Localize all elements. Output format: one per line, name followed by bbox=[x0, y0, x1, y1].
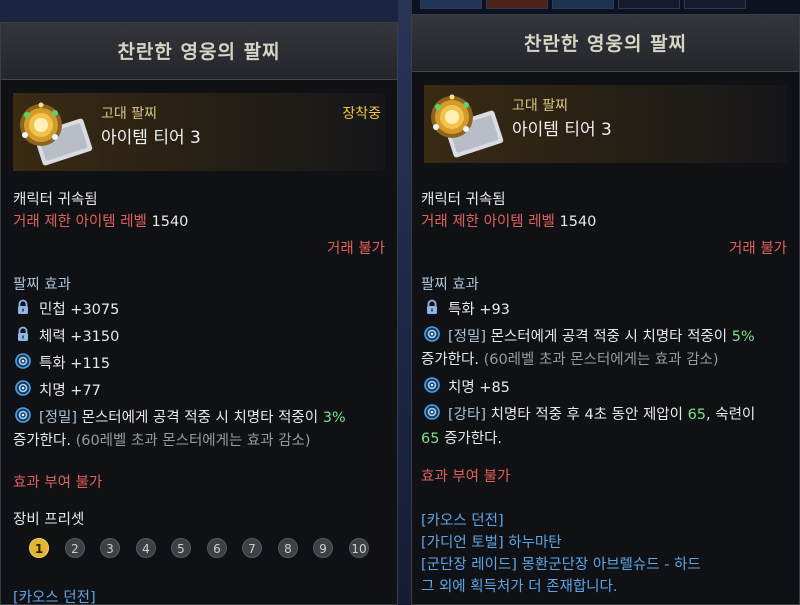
lock-icon bbox=[15, 326, 31, 342]
preset-8[interactable]: 8 bbox=[278, 538, 298, 558]
item-level: 거래 제한 아이템 레벨 1540 bbox=[421, 210, 596, 231]
slot[interactable] bbox=[552, 0, 614, 9]
effect-line: 특화 +115 bbox=[39, 356, 111, 372]
preset-10[interactable]: 10 bbox=[349, 538, 369, 558]
gem-icon bbox=[424, 377, 440, 393]
item-level: 거래 제한 아이템 레벨 1540 bbox=[13, 210, 188, 231]
effect-note: (60레벨 초과 몬스터에게는 효과 감소) bbox=[483, 352, 719, 368]
slot[interactable] bbox=[486, 0, 548, 9]
trade-status: 거래 불가 bbox=[327, 241, 385, 257]
gem-icon bbox=[424, 326, 440, 342]
item-level-value: 1540 bbox=[559, 214, 597, 230]
lock-icon bbox=[424, 299, 440, 315]
tooltip-panel-compare: 찬란한 영웅의 팔찌 고대 팔찌 아이템 티어 3 캐릭터 귀속됨 거래 제한 … bbox=[411, 14, 800, 605]
tooltip-header: 찬란한 영웅의 팔찌 bbox=[1, 23, 397, 80]
effect-line: 치명 +77 bbox=[39, 383, 101, 399]
effect-prefix: [정밀] bbox=[39, 410, 77, 426]
effect-line-cont: 증가한다. (60레벨 초과 몬스터에게는 효과 감소) bbox=[421, 348, 719, 369]
effects-header: 팔찌 효과 bbox=[421, 277, 479, 293]
item-category: 고대 팔찌 bbox=[101, 106, 157, 122]
background-strip bbox=[398, 0, 412, 605]
preset-1[interactable]: 1 bbox=[29, 538, 49, 558]
slot[interactable] bbox=[684, 0, 746, 9]
preset-label: 장비 프리셋 bbox=[13, 512, 85, 528]
item-tier: 아이템 티어 3 bbox=[101, 128, 201, 148]
bracelet-icon bbox=[15, 97, 93, 167]
gem-icon bbox=[15, 380, 31, 396]
effect-line: [강타] 치명타 적중 후 4초 동안 제압이 65, 숙련이 bbox=[448, 403, 755, 424]
effect-line: 민첩 +3075 bbox=[39, 302, 120, 318]
bracelet-icon bbox=[426, 89, 504, 159]
effect-text-mid: , 숙련이 bbox=[706, 407, 756, 423]
gem-icon bbox=[15, 353, 31, 369]
source-line: [군단장 레이드] 몽환군단장 아브렐슈드 - 하드 bbox=[421, 557, 701, 573]
item-title: 찬란한 영웅의 팔찌 bbox=[117, 41, 281, 63]
effect-line: 특화 +93 bbox=[448, 302, 510, 318]
preset-9[interactable]: 9 bbox=[313, 538, 333, 558]
item-category: 고대 팔찌 bbox=[512, 98, 568, 114]
effect-cont: 증가한다. bbox=[13, 433, 71, 449]
effect-value: 5% bbox=[731, 329, 755, 345]
bound-text: 캐릭터 귀속됨 bbox=[13, 192, 98, 208]
item-title: 찬란한 영웅의 팔찌 bbox=[523, 33, 688, 55]
preset-5[interactable]: 5 bbox=[171, 538, 191, 558]
effect-value: 65 bbox=[421, 431, 440, 447]
effect-text: 몬스터에게 공격 적중 시 치명타 적중이 bbox=[81, 410, 319, 426]
slot[interactable] bbox=[420, 0, 482, 9]
bound-text: 캐릭터 귀속됨 bbox=[421, 192, 506, 208]
preset-4[interactable]: 4 bbox=[136, 538, 156, 558]
preset-3[interactable]: 3 bbox=[100, 538, 120, 558]
effect-note: (60레벨 초과 몬스터에게는 효과 감소) bbox=[75, 433, 311, 449]
item-level-label: 거래 제한 아이템 레벨 bbox=[421, 214, 555, 230]
tooltip-panel-equipped: 찬란한 영웅의 팔찌 고대 팔찌 아이템 티어 3 장착중 캐릭터 귀속됨 거래… bbox=[0, 22, 398, 605]
effect-value: 65 bbox=[687, 407, 707, 423]
no-effect-grant: 효과 부여 불가 bbox=[421, 469, 511, 485]
effect-text: 치명타 적중 후 4초 동안 제압이 bbox=[490, 407, 683, 423]
effect-line-cont: 65 증가한다. bbox=[421, 427, 502, 448]
lock-icon bbox=[15, 299, 31, 315]
equipped-badge: 장착중 bbox=[342, 106, 381, 122]
effect-line: 체력 +3150 bbox=[39, 329, 120, 345]
slot[interactable] bbox=[618, 0, 680, 9]
preset-7[interactable]: 7 bbox=[242, 538, 262, 558]
preset-2[interactable]: 2 bbox=[65, 538, 85, 558]
item-summary: 고대 팔찌 아이템 티어 3 장착중 bbox=[13, 93, 385, 171]
source-line: [카오스 던전] bbox=[13, 590, 96, 605]
item-level-label: 거래 제한 아이템 레벨 bbox=[13, 214, 147, 230]
effect-cont: 증가한다. bbox=[444, 431, 503, 447]
item-summary: 고대 팔찌 아이템 티어 3 bbox=[424, 85, 787, 163]
effect-line: 치명 +85 bbox=[448, 380, 510, 396]
effect-value: 3% bbox=[322, 410, 346, 426]
effect-prefix: [정밀] bbox=[448, 329, 486, 345]
effects-header: 팔찌 효과 bbox=[13, 277, 71, 293]
source-line: [카오스 던전] bbox=[421, 513, 504, 529]
effect-text: 몬스터에게 공격 적중 시 치명타 적중이 bbox=[490, 329, 728, 345]
preset-6[interactable]: 6 bbox=[207, 538, 227, 558]
item-level-value: 1540 bbox=[151, 214, 189, 230]
item-tier: 아이템 티어 3 bbox=[512, 120, 612, 140]
trade-status: 거래 불가 bbox=[729, 241, 787, 257]
no-effect-grant: 효과 부여 불가 bbox=[13, 475, 103, 491]
effect-line: [정밀] 몬스터에게 공격 적중 시 치명타 적중이 5% bbox=[448, 325, 755, 346]
source-line: 그 외에 획득처가 더 존재합니다. bbox=[421, 579, 618, 595]
effect-cont: 증가한다. bbox=[421, 352, 479, 368]
source-line: [가디언 토벌] 하누마탄 bbox=[421, 535, 562, 551]
tooltip-header: 찬란한 영웅의 팔찌 bbox=[412, 15, 799, 72]
effect-line-cont: 증가한다. (60레벨 초과 몬스터에게는 효과 감소) bbox=[13, 429, 311, 450]
effect-prefix: [강타] bbox=[448, 407, 486, 423]
top-slot-bar bbox=[412, 0, 800, 14]
gem-icon bbox=[15, 407, 31, 423]
effect-line: [정밀] 몬스터에게 공격 적중 시 치명타 적중이 3% bbox=[39, 406, 346, 427]
gem-icon bbox=[424, 404, 440, 420]
